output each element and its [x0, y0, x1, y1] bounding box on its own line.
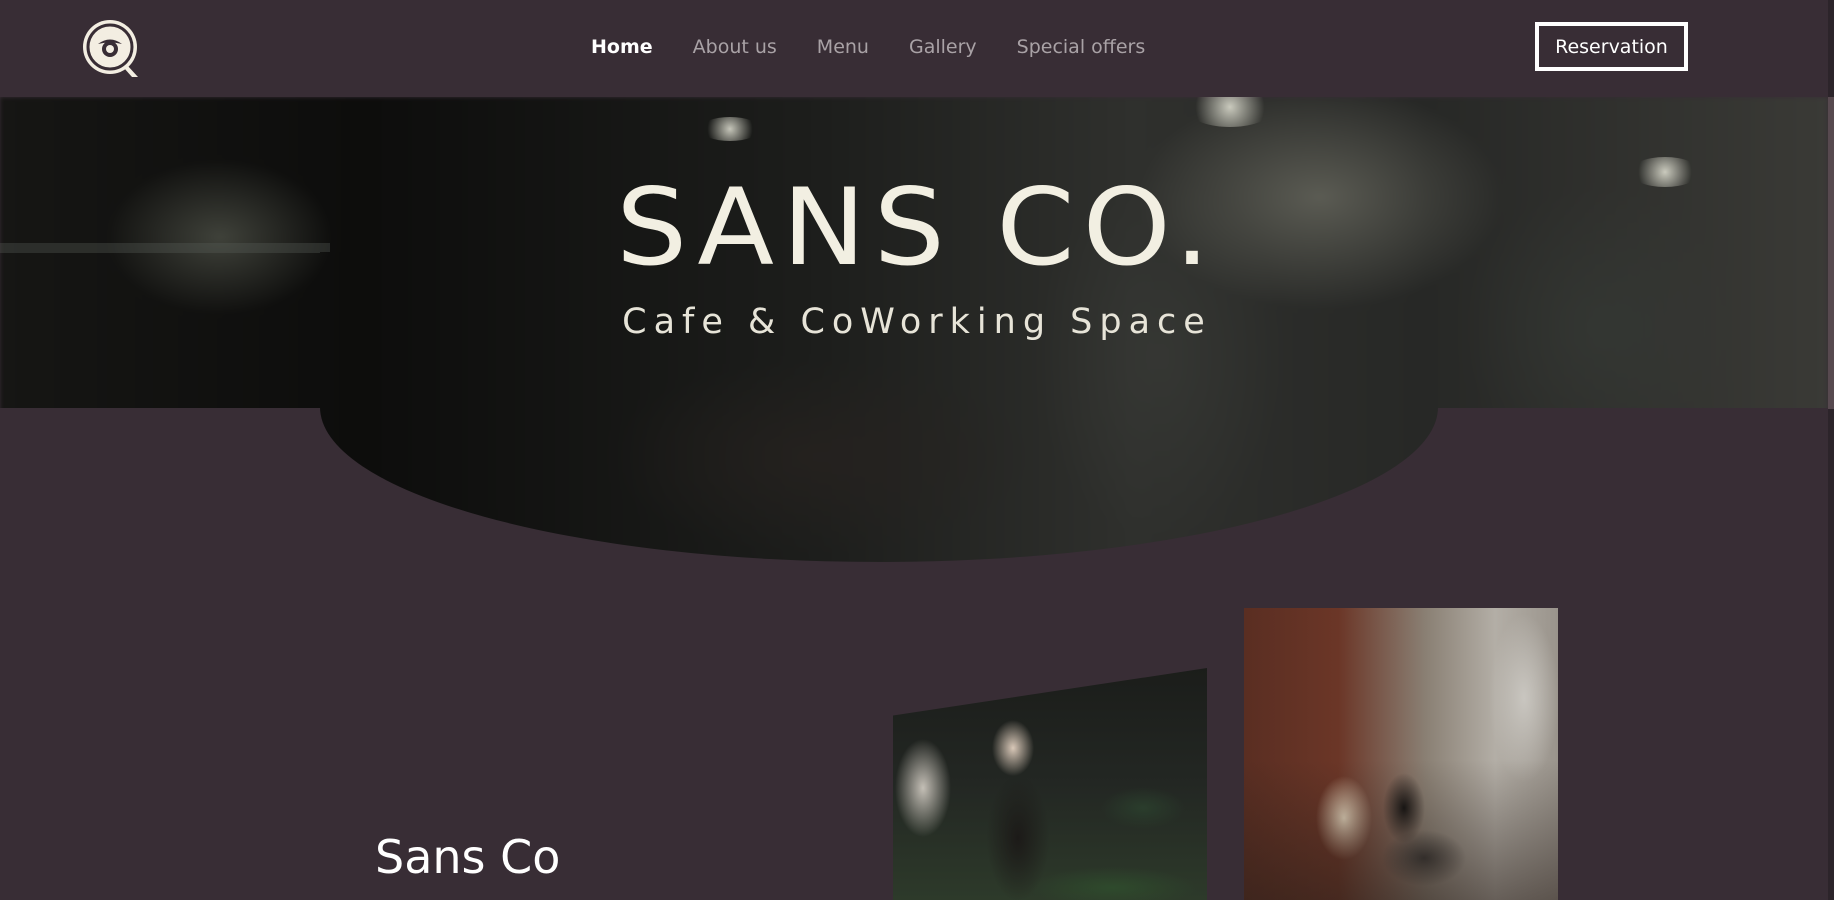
navbar: Home About us Menu Gallery Special offer…	[0, 0, 1834, 97]
hero-light-spot	[700, 117, 760, 141]
nav-link-gallery[interactable]: Gallery	[909, 36, 977, 58]
nav-link-home[interactable]: Home	[591, 36, 653, 58]
page-scrollbar[interactable]	[1828, 0, 1834, 900]
nav-link-special-offers[interactable]: Special offers	[1017, 36, 1146, 58]
main-nav: Home About us Menu Gallery Special offer…	[591, 36, 1145, 58]
reservation-button[interactable]: Reservation	[1535, 22, 1688, 71]
hero-subtitle: Cafe & CoWorking Space	[622, 302, 1212, 342]
nav-link-about-us[interactable]: About us	[693, 36, 777, 58]
scrollbar-thumb[interactable]	[1828, 97, 1834, 409]
hero-background-photo	[320, 252, 1438, 562]
hero-title: SANS CO.	[616, 166, 1218, 290]
nav-link-menu[interactable]: Menu	[817, 36, 869, 58]
cafe-crowd-photo	[893, 668, 1207, 900]
about-section-title: Sans Co	[375, 830, 561, 884]
coffee-cup-logo-icon[interactable]	[80, 17, 142, 79]
coworking-space-photo	[1244, 608, 1558, 900]
hero-curved-bottom	[320, 252, 1438, 562]
